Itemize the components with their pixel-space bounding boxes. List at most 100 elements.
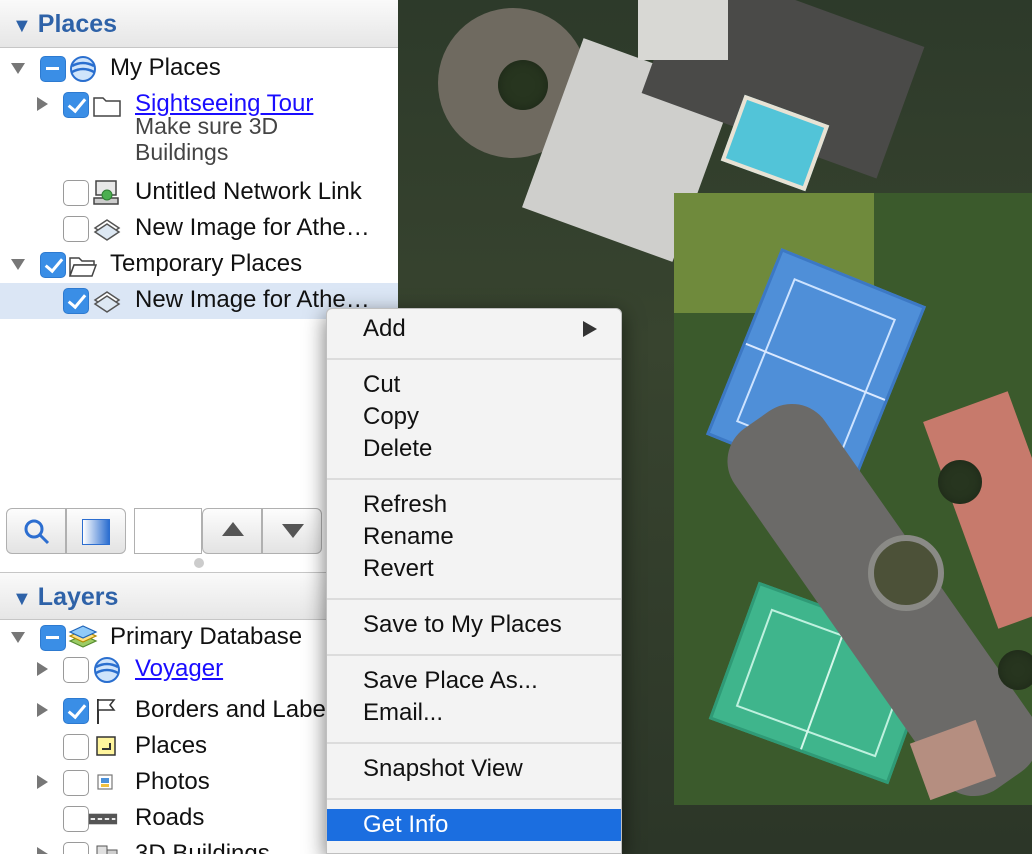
menu-item-delete[interactable]: Delete	[327, 433, 621, 465]
disclosure-collapsed-icon[interactable]	[37, 703, 48, 717]
menu-item-label: Copy	[363, 403, 420, 430]
menu-separator	[327, 742, 621, 744]
arrow-up-icon	[222, 522, 244, 536]
map-tree	[998, 650, 1032, 690]
checkbox-temporary-places[interactable]	[40, 252, 66, 278]
menu-item-copy[interactable]: Copy	[327, 401, 621, 433]
tree-item-label: Untitled Network Link	[135, 178, 362, 205]
checkbox-network-link[interactable]	[63, 180, 89, 206]
checkbox-borders-and-labels[interactable]	[63, 698, 89, 724]
search-icon	[24, 519, 50, 545]
tree-item-new-image-1[interactable]: New Image for Athe…	[0, 211, 398, 247]
menu-item-label: Add	[363, 315, 406, 342]
menu-item-save-place-as[interactable]: Save Place As...	[327, 665, 621, 697]
menu-item-label: Cut	[363, 371, 401, 398]
panel-toggle-icon	[82, 519, 110, 545]
places-header[interactable]: ▼ Places	[0, 0, 398, 48]
sightseeing-tour-description: Buildings	[135, 139, 229, 165]
menu-item-label: Save Place As...	[363, 667, 538, 694]
globe-icon	[94, 657, 120, 683]
map-roundabout	[868, 535, 944, 611]
disclosure-collapsed-icon[interactable]	[37, 847, 48, 854]
menu-separator	[327, 478, 621, 480]
tree-item-label: My Places	[110, 54, 221, 81]
tree-item-temporary-places[interactable]: Temporary Places	[0, 247, 398, 283]
menu-item-cut[interactable]: Cut	[327, 369, 621, 401]
checkbox-primary-database[interactable]	[40, 625, 66, 651]
menu-item-rename[interactable]: Rename	[327, 521, 621, 553]
disclosure-expanded-icon[interactable]	[11, 63, 25, 74]
menu-item-label: Get Info	[363, 811, 449, 838]
globe-icon	[70, 56, 96, 82]
pane-splitter-handle[interactable]	[194, 558, 204, 568]
triangle-down-icon: ▼	[12, 588, 32, 610]
menu-item-label: Rename	[363, 523, 454, 550]
menu-separator	[327, 358, 621, 360]
move-down-button[interactable]	[262, 508, 322, 554]
buildings-icon	[96, 845, 118, 854]
image-overlay-icon	[93, 291, 121, 313]
menu-item-label: Refresh	[363, 491, 448, 518]
disclosure-collapsed-icon[interactable]	[37, 97, 48, 111]
context-menu: Add Cut Copy Delete Refresh Rename Rever…	[326, 308, 622, 854]
tree-item-label: Primary Database	[110, 623, 303, 650]
menu-item-refresh[interactable]: Refresh	[327, 489, 621, 521]
sightseeing-tour-description: Make sure 3D	[135, 113, 279, 139]
search-button[interactable]	[6, 508, 66, 554]
map-tree	[938, 460, 982, 504]
tree-item-label: Borders and Labe	[135, 696, 326, 723]
menu-item-label: Save to My Places	[363, 611, 562, 638]
disclosure-collapsed-icon[interactable]	[37, 662, 48, 676]
tree-item-label: Temporary Places	[110, 250, 303, 277]
voyager-link[interactable]: Voyager	[135, 655, 223, 683]
checkbox-voyager[interactable]	[63, 657, 89, 683]
menu-separator	[327, 654, 621, 656]
menu-item-revert[interactable]: Revert	[327, 553, 621, 585]
photo-icon	[97, 774, 113, 790]
menu-separator	[327, 598, 621, 600]
menu-item-save-to-my-places[interactable]: Save to My Places	[327, 609, 621, 641]
places-header-label: Places	[37, 10, 118, 38]
layers-stack-icon	[68, 625, 98, 648]
tree-item-label: New Image for Athe…	[135, 214, 370, 241]
flag-icon	[97, 699, 116, 724]
menu-item-label: Delete	[363, 435, 433, 462]
menu-separator	[327, 798, 621, 800]
checkbox-roads[interactable]	[63, 806, 89, 832]
network-link-icon	[93, 180, 119, 205]
menu-item-label: Email...	[363, 699, 444, 726]
menu-item-add[interactable]: Add	[327, 313, 621, 345]
toggle-panel-button[interactable]	[66, 508, 126, 554]
tree-item-untitled-network-link[interactable]: Untitled Network Link	[0, 175, 398, 211]
map-tree	[498, 60, 548, 110]
tree-item-label: Roads	[135, 804, 205, 831]
map-building	[638, 0, 728, 60]
checkbox-places-layer[interactable]	[63, 734, 89, 760]
move-up-button[interactable]	[202, 508, 262, 554]
triangle-down-icon: ▼	[12, 15, 32, 37]
menu-item-label: Revert	[363, 555, 434, 582]
item-field[interactable]	[134, 508, 202, 554]
layers-header-label: Layers	[37, 583, 119, 611]
arrow-down-icon	[282, 524, 304, 538]
checkbox-3d-buildings[interactable]	[63, 842, 89, 854]
menu-item-label: Snapshot View	[363, 755, 523, 782]
tree-item-label: Photos	[135, 768, 210, 795]
menu-item-get-info[interactable]: Get Info	[327, 809, 621, 841]
checkbox-new-image-2[interactable]	[63, 288, 89, 314]
disclosure-expanded-icon[interactable]	[11, 632, 25, 643]
menu-item-snapshot-view[interactable]: Snapshot View	[327, 753, 621, 785]
disclosure-expanded-icon[interactable]	[11, 259, 25, 270]
road-icon	[88, 813, 118, 825]
disclosure-collapsed-icon[interactable]	[37, 775, 48, 789]
checkbox-sightseeing-tour[interactable]	[63, 92, 89, 118]
image-overlay-icon	[93, 219, 121, 241]
open-folder-icon	[68, 257, 98, 277]
tree-item-label: Places	[135, 732, 208, 759]
checkbox-my-places[interactable]	[40, 56, 66, 82]
checkbox-photos[interactable]	[63, 770, 89, 796]
submenu-arrow-icon	[583, 321, 597, 337]
tree-item-my-places[interactable]: My Places	[0, 51, 398, 87]
checkbox-new-image-1[interactable]	[63, 216, 89, 242]
menu-item-email[interactable]: Email...	[327, 697, 621, 729]
